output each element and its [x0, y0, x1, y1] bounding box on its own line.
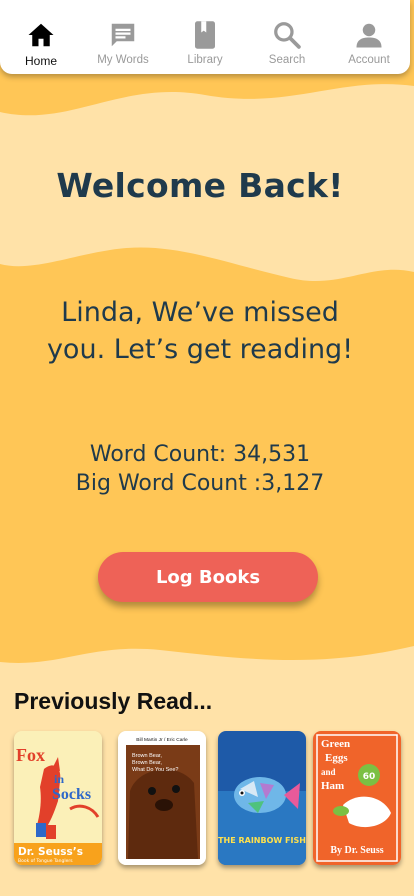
- book-icon: [195, 21, 215, 49]
- book-cover-fox-in-socks[interactable]: Fox in Socks Dr. Seuss’s Book of Tongue …: [14, 731, 102, 865]
- book1-line3: Socks: [52, 786, 91, 803]
- greeting-message: Linda, We’ve missed you. Let’s get readi…: [46, 297, 354, 365]
- book1-subtitle: Book of Tongue Tanglers: [18, 858, 73, 864]
- nav-account[interactable]: Account: [328, 0, 410, 74]
- previously-read-list: Fox in Socks Dr. Seuss’s Book of Tongue …: [0, 731, 414, 871]
- home-icon: [28, 23, 54, 47]
- book2-title-line1: Brown Bear,: [132, 753, 162, 759]
- book-cover-brown-bear[interactable]: Bill Martin Jr / Eric Carle Brown Bear, …: [118, 731, 206, 865]
- nav-my-words-label: My Words: [97, 54, 149, 66]
- nav-library[interactable]: Library: [164, 0, 246, 74]
- search-icon: [274, 22, 301, 49]
- book4-line3: and: [321, 767, 336, 777]
- book4-line1: Green: [321, 738, 350, 750]
- book1-line2: in: [54, 772, 64, 786]
- fox-in-socks-cover-art: Fox in Socks Dr. Seuss’s Book of Tongue …: [14, 731, 102, 865]
- rainbow-fish-cover-art: THE RAINBOW FISH: [218, 731, 306, 865]
- green-eggs-cover-art: Green Eggs and Ham 60 By Dr. Seuss: [313, 731, 401, 865]
- home-content: Welcome Back! Linda, We’ve missed you. L…: [0, 0, 414, 896]
- book4-author: By Dr. Seuss: [330, 845, 383, 856]
- nav-account-label: Account: [348, 54, 390, 66]
- book1-line1: Fox: [16, 745, 45, 765]
- log-books-button[interactable]: Log Books: [98, 552, 318, 602]
- book1-author: Dr. Seuss’s: [18, 846, 83, 858]
- word-count: Word Count: 34,531: [89, 442, 311, 467]
- book3-title: THE RAINBOW FISH: [218, 836, 306, 845]
- brown-bear-cover-art: Bill Martin Jr / Eric Carle Brown Bear, …: [118, 731, 206, 865]
- book4-badge: 60: [363, 772, 376, 782]
- top-nav-bar: Home My Words Library Search Account: [0, 0, 410, 74]
- nav-library-label: Library: [187, 54, 223, 66]
- nav-search-label: Search: [268, 54, 306, 66]
- book2-title-line3: What Do You See?: [132, 767, 178, 773]
- nav-home-label: Home: [24, 54, 57, 68]
- book4-line2: Eggs: [325, 752, 348, 764]
- book2-authors: Bill Martin Jr / Eric Carle: [136, 737, 188, 743]
- nav-my-words[interactable]: My Words: [82, 0, 164, 74]
- chat-icon: [111, 23, 135, 47]
- book2-title-line2: Brown Bear,: [132, 760, 162, 766]
- previously-read-heading: Previously Read...: [14, 688, 213, 714]
- nav-home[interactable]: Home: [0, 0, 82, 74]
- book-cover-green-eggs-and-ham[interactable]: Green Eggs and Ham 60 By Dr. Seuss: [313, 731, 401, 865]
- welcome-heading: Welcome Back!: [56, 166, 344, 205]
- person-icon: [356, 23, 382, 48]
- book4-line4: Ham: [321, 780, 344, 792]
- big-word-count: Big Word Count :3,127: [75, 471, 325, 496]
- nav-search[interactable]: Search: [246, 0, 328, 74]
- book-cover-rainbow-fish[interactable]: THE RAINBOW FISH: [218, 731, 306, 865]
